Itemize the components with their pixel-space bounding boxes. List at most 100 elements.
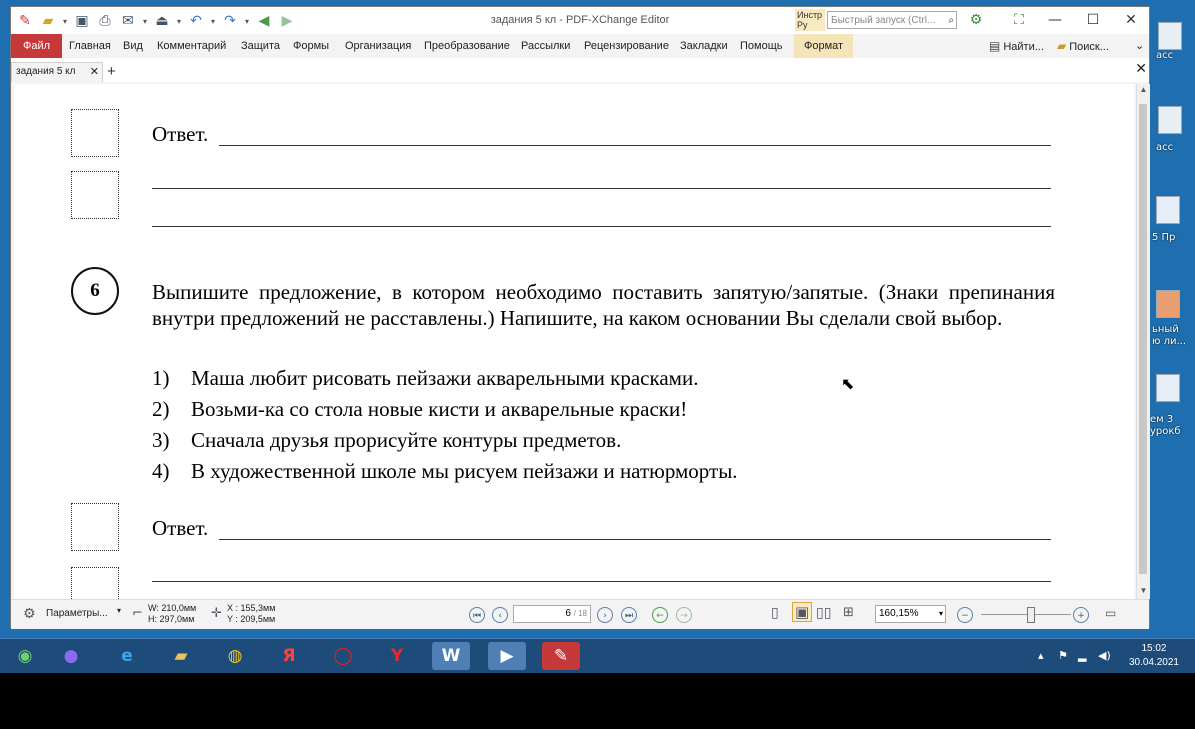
tab-view[interactable]: Вид	[123, 34, 143, 58]
redo-icon[interactable]: ↷	[220, 11, 240, 31]
facing-pages-icon[interactable]: ▯▯	[816, 605, 831, 621]
answer-label: Ответ.	[152, 122, 209, 146]
tab-mailings[interactable]: Рассылки	[521, 34, 570, 58]
desktop-file-icon[interactable]	[1156, 374, 1180, 402]
forward-icon[interactable]: ▶	[277, 11, 297, 31]
last-page-icon[interactable]: ⏭	[621, 607, 637, 623]
internet-explorer-icon[interactable]: e	[108, 642, 146, 670]
ribbon-collapse-icon[interactable]: ⌄	[1135, 34, 1144, 58]
status-bar: ⚙ Параметры... ▾ ⌐ W: 210,0мм H: 297,0мм…	[11, 599, 1149, 629]
zoom-app-icon[interactable]: ▶	[488, 642, 526, 670]
quick-launch-input[interactable]: Быстрый запуск (Ctrl... ⌕	[827, 11, 957, 29]
yandex-icon[interactable]: Я	[270, 642, 308, 670]
chrome-icon[interactable]: ◍	[216, 642, 254, 670]
zoom-slider-knob[interactable]	[1027, 607, 1035, 623]
settings-icon[interactable]: ⚙	[961, 9, 991, 31]
alice-icon[interactable]: ●	[52, 642, 90, 670]
tab-bookmarks[interactable]: Закладки	[680, 34, 728, 58]
desktop-icon-label: 5 Пр	[1152, 232, 1176, 243]
close-button[interactable]: ✕	[1113, 9, 1149, 31]
search-icon[interactable]: ⌕	[948, 12, 954, 30]
desktop-file-icon[interactable]	[1156, 196, 1180, 224]
pdf-xchange-icon[interactable]: ✎	[542, 642, 580, 670]
desktop-file-icon[interactable]	[1158, 22, 1182, 50]
scroll-down-icon[interactable]: ▼	[1137, 586, 1150, 595]
tab-convert[interactable]: Преобразование	[424, 34, 510, 58]
find-button[interactable]: ▤ Найти...	[989, 34, 1044, 58]
search-folder-icon: ▰	[1057, 39, 1067, 53]
maximize-button[interactable]: ☐	[1075, 9, 1111, 31]
tab-comment[interactable]: Комментарий	[157, 34, 226, 58]
desktop-file-icon[interactable]	[1156, 290, 1180, 318]
single-page-icon[interactable]: ▯	[771, 605, 779, 621]
zoom-out-icon[interactable]: −	[957, 607, 973, 623]
network-icon[interactable]: ▂	[1078, 649, 1086, 662]
system-clock[interactable]: 15:02 30.04.2021	[1129, 642, 1179, 670]
tab-review[interactable]: Рецензирование	[584, 34, 669, 58]
continuous-page-icon[interactable]: ▣	[792, 602, 813, 622]
find-label: Найти...	[1003, 41, 1044, 53]
fit-page-icon[interactable]: ▭	[1105, 606, 1116, 620]
tab-organize[interactable]: Организация	[345, 34, 411, 58]
search-button[interactable]: ▰ Поиск...	[1057, 34, 1109, 58]
volume-icon[interactable]: ◀)	[1098, 649, 1111, 662]
continuous-facing-icon[interactable]: ⊞	[843, 605, 854, 620]
answer-line	[152, 581, 1051, 582]
tab-forms[interactable]: Формы	[293, 34, 329, 58]
zoom-slider[interactable]	[981, 607, 1071, 623]
tab-protect[interactable]: Защита	[241, 34, 280, 58]
dropdown-arrow-icon[interactable]: ▾	[175, 17, 183, 26]
flag-icon[interactable]: ⚑	[1058, 649, 1068, 662]
app-icon[interactable]: ✎	[15, 11, 35, 31]
forward-view-icon[interactable]: →	[676, 607, 692, 623]
dropdown-arrow-icon[interactable]: ▾	[117, 606, 121, 615]
scrollbar-thumb[interactable]	[1139, 104, 1147, 574]
prev-page-icon[interactable]: ‹	[492, 607, 508, 623]
first-page-icon[interactable]: ⏮	[469, 607, 485, 623]
print-icon[interactable]: ⎙	[95, 11, 115, 31]
vertical-scrollbar[interactable]: ▲ ▼	[1136, 84, 1150, 599]
start-button-icon[interactable]: ◉	[6, 642, 44, 670]
scroll-up-icon[interactable]: ▲	[1137, 85, 1150, 94]
option-number: 3)	[152, 428, 170, 452]
tools-button[interactable]: Инстр Ру	[795, 9, 825, 31]
yandex-browser-icon[interactable]: Y	[378, 642, 416, 670]
zoom-select[interactable]: 160,15% ▾	[875, 605, 946, 623]
fullscreen-icon[interactable]: ⛶	[1004, 9, 1034, 31]
desktop-file-icon[interactable]	[1158, 106, 1182, 134]
back-view-icon[interactable]: ←	[652, 607, 668, 623]
dropdown-arrow-icon[interactable]: ▾	[61, 17, 69, 26]
pdf-page-view[interactable]: Ответ. 6 Выпишите предложение, в котором…	[14, 84, 1134, 599]
dropdown-arrow-icon[interactable]: ▾	[141, 17, 149, 26]
title-bar: ✎ ▰ ▾ ▣ ⎙ ✉ ▾ ⏏ ▾ ↶ ▾ ↷ ▾ ◀ ▶ задания 5 …	[11, 7, 1149, 34]
scan-icon[interactable]: ⏏	[152, 11, 172, 31]
document-tab[interactable]: задания 5 кл ✕	[11, 62, 103, 82]
dropdown-arrow-icon[interactable]: ▾	[209, 17, 217, 26]
document-tab-strip: задания 5 кл ✕ + ✕	[11, 58, 1149, 82]
opera-icon[interactable]: ◯	[324, 642, 362, 670]
params-button[interactable]: Параметры...	[46, 608, 108, 619]
file-explorer-icon[interactable]: ▰	[162, 642, 200, 670]
close-document-icon[interactable]: ✕	[1135, 61, 1147, 77]
minimize-button[interactable]: —	[1037, 9, 1073, 31]
answer-box	[71, 171, 119, 219]
tab-format[interactable]: Формат	[794, 34, 854, 58]
zoom-in-icon[interactable]: +	[1073, 607, 1089, 623]
tray-expand-icon[interactable]: ▴	[1038, 649, 1044, 662]
next-page-icon[interactable]: ›	[597, 607, 613, 623]
dropdown-arrow-icon[interactable]: ▾	[939, 606, 943, 622]
tab-help[interactable]: Помощь	[740, 34, 783, 58]
page-number-input[interactable]: 6 / 18	[513, 605, 591, 623]
back-icon[interactable]: ◀	[254, 11, 274, 31]
gear-icon[interactable]: ⚙	[23, 606, 36, 622]
dropdown-arrow-icon[interactable]: ▾	[243, 17, 251, 26]
close-tab-icon[interactable]: ✕	[90, 63, 99, 81]
save-icon[interactable]: ▣	[72, 11, 92, 31]
new-tab-button[interactable]: +	[107, 62, 116, 82]
open-folder-icon[interactable]: ▰	[38, 11, 58, 31]
tab-home[interactable]: Главная	[69, 34, 111, 58]
tab-file[interactable]: Файл	[11, 34, 63, 58]
email-icon[interactable]: ✉	[118, 11, 138, 31]
word-icon[interactable]: W	[432, 642, 470, 670]
undo-icon[interactable]: ↶	[186, 11, 206, 31]
